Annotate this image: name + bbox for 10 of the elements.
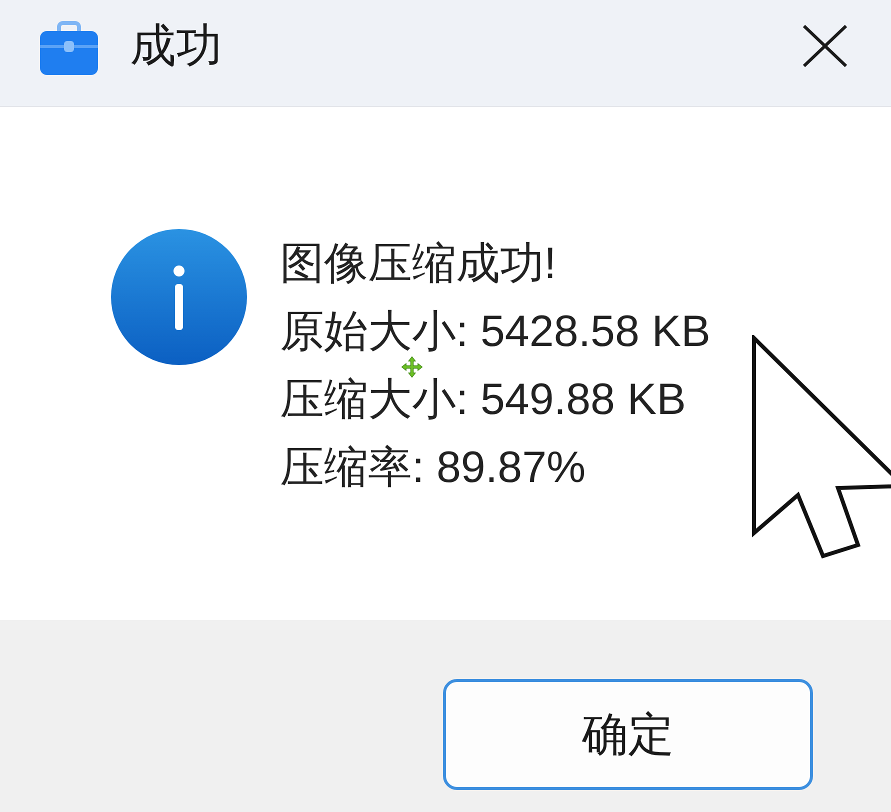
move-cursor-icon	[401, 356, 423, 378]
info-icon	[110, 228, 248, 366]
message-text: 压缩率: 89.87%	[280, 446, 586, 490]
message-text: 压缩大小: 549.88 KB	[280, 378, 686, 422]
close-icon[interactable]	[802, 24, 848, 68]
toolbox-icon	[38, 21, 100, 77]
message-text: 原始大小: 5428.58 KB	[280, 310, 710, 354]
window-title: 成功	[130, 20, 222, 70]
message-text: 图像压缩成功!	[280, 242, 556, 286]
ok-button[interactable]: 确定	[443, 679, 813, 790]
